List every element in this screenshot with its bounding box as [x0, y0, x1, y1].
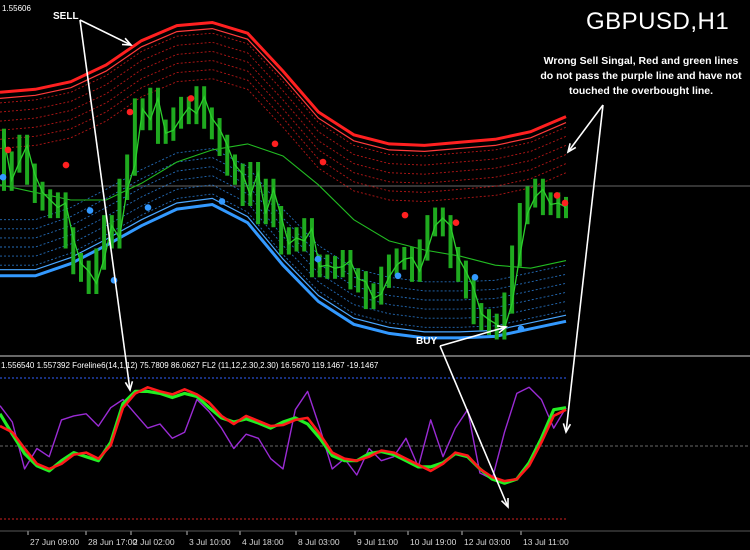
x-tick-label: 3 Jul 10:00 — [189, 537, 231, 547]
buy-signal-dot — [144, 204, 152, 211]
sell-label: SELL — [53, 11, 79, 22]
x-tick-label: 2 Jul 02:00 — [133, 537, 175, 547]
x-tick-label: 9 Jul 11:00 — [357, 537, 398, 547]
chart-title: GBPUSD,H1 — [586, 8, 730, 35]
buy-signal-dot — [471, 273, 479, 281]
buy-signal-dot — [517, 325, 525, 333]
sell-signal-dot — [319, 158, 327, 166]
x-tick-label: 10 Jul 19:00 — [410, 537, 457, 547]
buy-signal-dot — [218, 198, 226, 205]
indicator-header: 1.556540 1.557392 Foreline6(14,1,12) 75.… — [1, 361, 379, 370]
buy-signal-dot — [394, 272, 402, 280]
sell-signal-dot — [271, 140, 279, 148]
buy-signal-dot — [314, 255, 322, 263]
buy-signal-dot — [0, 173, 7, 181]
sell-signal-dot — [452, 219, 460, 226]
sell-signal-dot — [4, 146, 12, 154]
buy-signal-dot — [86, 207, 94, 214]
sell-signal-dot — [62, 161, 70, 169]
x-tick-label: 8 Jul 03:00 — [298, 537, 340, 547]
annotation-note: Wrong Sell Singal, Red and green lines d… — [540, 55, 742, 97]
price-top-label: 1.55606 — [2, 4, 31, 13]
x-tick-label: 13 Jul 11:00 — [523, 537, 569, 547]
sell-signal-dot — [126, 108, 134, 116]
sell-signal-dot — [553, 192, 561, 199]
x-tick-label: 28 Jun 17:00 — [88, 537, 137, 547]
sell-signal-dot — [401, 211, 409, 219]
buy-signal-dot — [110, 277, 118, 284]
x-tick-label: 4 Jul 18:00 — [242, 537, 284, 547]
sell-signal-dot — [187, 95, 195, 102]
buy-label: BUY — [416, 336, 438, 347]
x-tick-label: 27 Jun 09:00 — [30, 537, 79, 547]
x-tick-label: 12 Jul 03:00 — [464, 537, 511, 547]
sell-signal-dot — [561, 199, 569, 207]
